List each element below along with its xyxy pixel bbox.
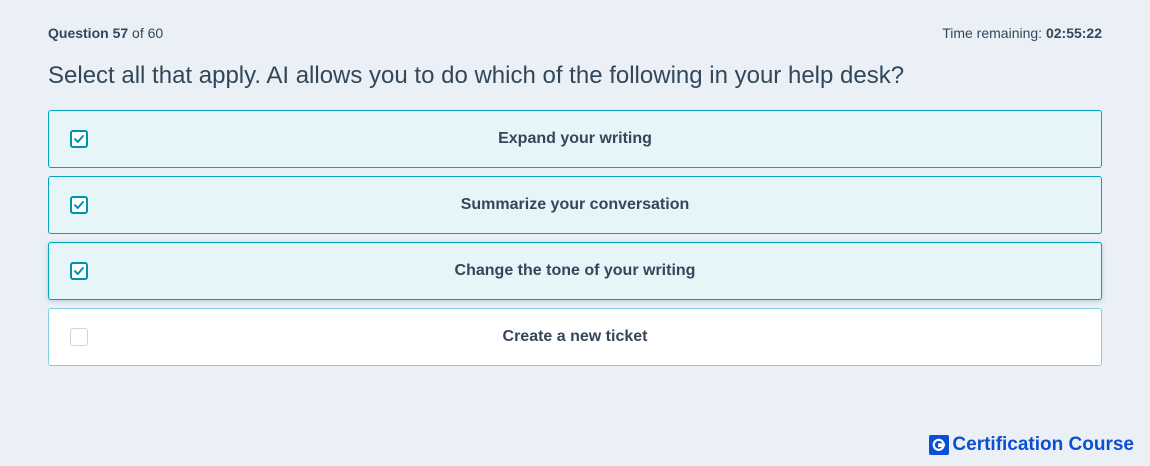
brand-logo: Certification Course bbox=[929, 434, 1134, 456]
answer-option-3[interactable]: Change the tone of your writing bbox=[48, 242, 1102, 300]
option-label: Expand your writing bbox=[498, 130, 652, 147]
option-label: Change the tone of your writing bbox=[454, 262, 696, 279]
option-label: Create a new ticket bbox=[502, 328, 648, 345]
answer-option-2[interactable]: Summarize your conversation bbox=[48, 176, 1102, 234]
option-label: Summarize your conversation bbox=[460, 196, 690, 213]
brand-name: Certification Course bbox=[952, 434, 1134, 455]
time-value: 02:55:22 bbox=[1045, 25, 1102, 41]
g-logo-icon bbox=[929, 435, 950, 455]
answer-option-1[interactable]: Expand your writing bbox=[48, 110, 1102, 168]
answer-option-4[interactable]: Create a new ticket bbox=[48, 308, 1102, 366]
question-total: of 60 bbox=[132, 25, 164, 41]
question-prefix: Question bbox=[48, 25, 109, 41]
quiz-header: Question 57 of 60 Time remaining: 02:55:… bbox=[48, 24, 1102, 42]
question-text: Select all that apply. AI allows you to … bbox=[48, 62, 905, 89]
time-label: Time remaining: bbox=[942, 25, 1043, 41]
answer-options: Expand your writing Summarize your conve… bbox=[48, 110, 1102, 374]
time-remaining: Time remaining: 02:55:22 bbox=[942, 25, 1102, 41]
question-counter: Question 57 of 60 bbox=[48, 25, 163, 41]
question-number: 57 bbox=[112, 25, 129, 41]
